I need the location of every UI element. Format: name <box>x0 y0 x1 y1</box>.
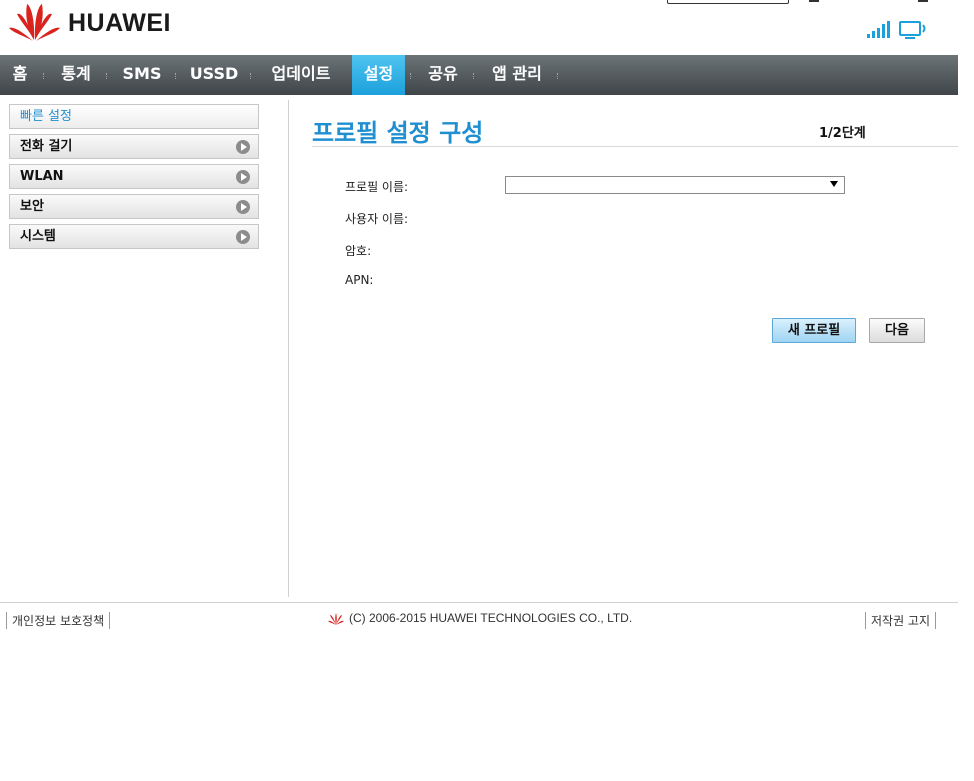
apn-label: APN: <box>345 273 374 287</box>
nav-separator <box>106 73 109 79</box>
copyright: (C) 2006-2015 HUAWEI TECHNOLOGIES CO., L… <box>327 611 632 626</box>
sidebar-item-label: WLAN <box>20 169 64 184</box>
content-divider <box>288 100 289 597</box>
top-link[interactable] <box>809 0 819 2</box>
sidebar-item-wlan[interactable]: WLAN <box>9 164 259 189</box>
copyright-text: (C) 2006-2015 HUAWEI TECHNOLOGIES CO., L… <box>349 611 633 625</box>
nav-separator <box>175 73 178 79</box>
expand-arrow-icon <box>236 140 250 154</box>
nav-sms[interactable]: SMS <box>118 55 166 95</box>
sidebar-item-label: 전화 걸기 <box>20 139 73 154</box>
nav-settings[interactable]: 설정 <box>352 55 405 95</box>
nav-separator <box>557 73 560 79</box>
title-divider <box>312 146 958 147</box>
nav-separator <box>250 73 253 79</box>
copyright-notice-link[interactable]: 저작권 고지 <box>864 612 936 629</box>
page-title: 프로필 설정 구성 <box>312 119 484 147</box>
sidebar-item-dial-up[interactable]: 전화 걸기 <box>9 134 259 159</box>
brand-name: HUAWEI <box>68 9 171 37</box>
nav-app-management[interactable]: 앱 관리 <box>485 55 549 95</box>
sidebar-item-label: 보안 <box>20 199 44 214</box>
sidebar-item-label: 빠른 설정 <box>20 109 72 124</box>
privacy-policy-link[interactable]: 개인정보 보호정책 <box>6 612 111 629</box>
nav-separator <box>43 73 46 79</box>
expand-arrow-icon <box>236 230 250 244</box>
main-nav: 홈 통계 SMS USSD 업데이트 설정 공유 앱 관리 <box>0 55 958 95</box>
password-label: 암호: <box>345 244 372 258</box>
nav-home[interactable]: 홈 <box>6 55 34 95</box>
language-select[interactable] <box>667 0 789 4</box>
nav-statistics[interactable]: 통계 <box>55 55 97 95</box>
top-link[interactable] <box>918 0 928 2</box>
dropdown-arrow-icon <box>830 181 838 187</box>
nav-ussd[interactable]: USSD <box>186 55 242 95</box>
signal-strength-icon <box>867 21 890 38</box>
next-button[interactable]: 다음 <box>869 318 925 343</box>
huawei-logo-icon <box>9 4 60 41</box>
sidebar-item-system[interactable]: 시스템 <box>9 224 259 249</box>
nav-separator <box>473 73 476 79</box>
step-indicator: 1/2단계 <box>819 126 866 141</box>
footer-divider <box>0 602 958 603</box>
sidebar: 빠른 설정 전화 걸기 WLAN 보안 시스템 <box>9 104 259 254</box>
expand-arrow-icon <box>236 200 250 214</box>
status-icons <box>867 21 926 39</box>
connected-computer-icon <box>899 21 926 39</box>
sidebar-item-quick-setup[interactable]: 빠른 설정 <box>9 104 259 129</box>
new-profile-button[interactable]: 새 프로필 <box>772 318 856 343</box>
huawei-small-logo-icon <box>328 612 344 625</box>
sidebar-item-security[interactable]: 보안 <box>9 194 259 219</box>
nav-update[interactable]: 업데이트 <box>262 55 340 95</box>
nav-sharing[interactable]: 공유 <box>422 55 464 95</box>
profile-name-label: 프로필 이름: <box>345 180 409 194</box>
page: HUAWEI 홈 통계 SMS USSD 업데이트 설정 공유 앱 관리 빠른 … <box>0 0 958 781</box>
profile-name-select[interactable] <box>505 176 845 194</box>
sidebar-item-label: 시스템 <box>20 229 56 244</box>
username-label: 사용자 이름: <box>345 212 409 226</box>
nav-separator <box>410 73 413 79</box>
expand-arrow-icon <box>236 170 250 184</box>
header: HUAWEI <box>0 0 958 55</box>
